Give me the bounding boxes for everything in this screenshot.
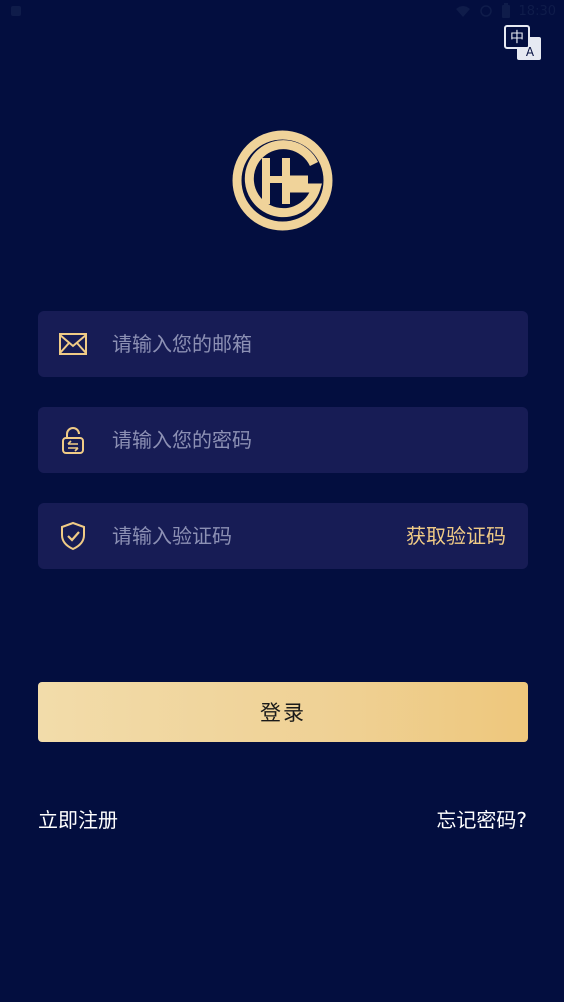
forgot-password-link[interactable]: 忘记密码? — [436, 804, 527, 833]
app-logo — [232, 130, 333, 231]
notification-icon — [11, 6, 21, 16]
get-code-button[interactable]: 获取验证码 — [406, 503, 506, 569]
email-input[interactable] — [112, 311, 402, 377]
status-icons: 18:30 — [455, 3, 556, 19]
login-button[interactable]: 登录 — [38, 682, 528, 742]
battery-icon — [501, 3, 510, 18]
language-switch-button[interactable]: 中 A — [502, 24, 544, 62]
register-link[interactable]: 立即注册 — [38, 804, 118, 833]
code-field-container: 获取验证码 — [38, 503, 528, 569]
verification-code-input[interactable] — [112, 503, 402, 569]
lock-icon — [62, 427, 84, 454]
translate-glyph-bottom: A — [526, 45, 535, 59]
shield-check-icon — [61, 521, 85, 551]
mail-icon — [59, 333, 87, 355]
password-field-container — [38, 407, 528, 473]
email-field-container — [38, 311, 528, 377]
status-time: 18:30 — [518, 3, 556, 19]
alarm-icon — [479, 5, 492, 17]
translate-icon: 中 A — [504, 25, 541, 60]
wifi-icon — [455, 6, 470, 17]
status-bar: 18:30 — [0, 0, 564, 24]
password-input[interactable] — [112, 407, 402, 473]
translate-glyph-top: 中 — [510, 30, 524, 46]
login-screen: 18:30 中 A 请输入您的邮箱 请输入验证码 获取验证码 登录 立即注册 忘… — [0, 0, 564, 1002]
